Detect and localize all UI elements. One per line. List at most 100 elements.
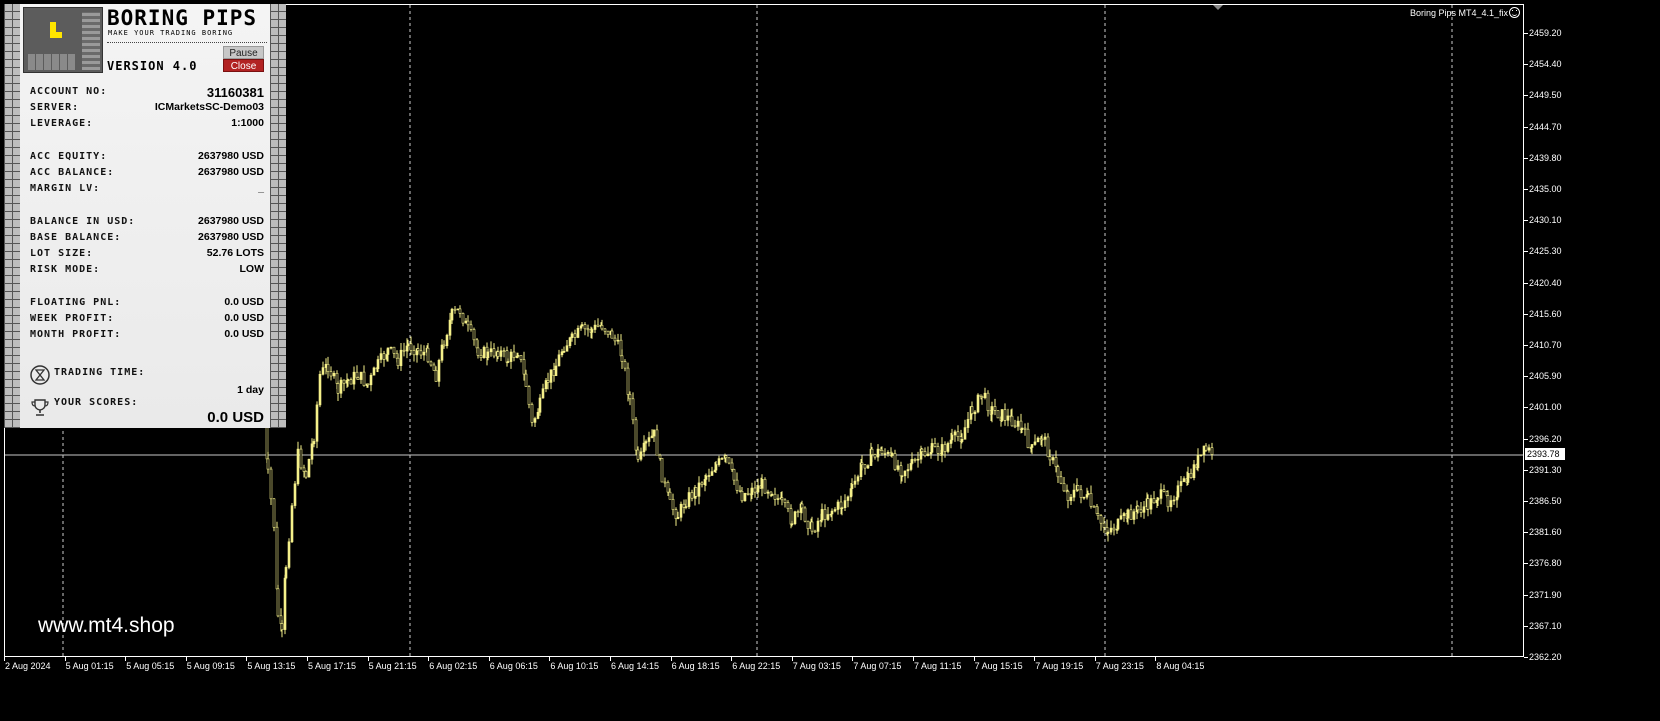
candle-body: [565, 345, 569, 352]
candle-body: [668, 491, 672, 500]
candle-body: [499, 350, 503, 357]
candle-body: [816, 520, 820, 532]
candle-body: [628, 394, 632, 400]
candle-body: [516, 355, 520, 357]
candle-body: [983, 392, 987, 399]
candle-body: [652, 429, 656, 437]
candle-body: [973, 411, 977, 415]
candle-body: [275, 526, 279, 590]
time-tick-label: 5 Aug 21:15: [368, 661, 417, 671]
candle-body: [402, 349, 406, 352]
close-button[interactable]: Close: [223, 59, 264, 72]
price-tick-label: 2367.10: [1529, 620, 1562, 631]
pause-button[interactable]: Pause: [223, 46, 264, 59]
candle-body: [616, 339, 620, 342]
candle-body: [776, 498, 780, 500]
candle-body: [586, 328, 590, 331]
price-tickmark: [1524, 407, 1528, 409]
price-tickmark: [1524, 438, 1528, 440]
candle-body: [663, 481, 667, 484]
candle-body: [1054, 457, 1058, 467]
scores-label: YOUR SCORES:: [54, 397, 139, 408]
candle-body: [450, 308, 454, 321]
candle-body: [568, 337, 572, 347]
time-tick-label: 6 Aug 22:15: [732, 661, 781, 671]
time-tickmark: [367, 657, 369, 661]
candle-body: [492, 348, 496, 357]
candle-body: [660, 457, 664, 483]
stat-value: 52.76 LOTS: [206, 247, 264, 259]
price-tick-label: 2386.50: [1529, 496, 1562, 506]
stat-value: 2637980 USD: [198, 166, 264, 178]
candle-body: [966, 419, 970, 428]
candle-body: [863, 464, 867, 469]
candle-body: [596, 324, 600, 327]
candle-body: [342, 379, 346, 384]
version-label: VERSION 4.0: [107, 59, 198, 73]
price-tickmark: [1524, 313, 1528, 315]
candle-body: [557, 354, 561, 367]
candle-body: [472, 329, 476, 341]
candle-body: [780, 497, 784, 501]
stat-label: RISK MODE:: [30, 264, 101, 275]
trading-time-value: 1 day: [237, 384, 264, 396]
candle-body: [1003, 409, 1007, 421]
scores-value: 0.0 USD: [207, 409, 264, 426]
candle-body: [429, 361, 433, 366]
time-tick-label: 5 Aug 09:15: [186, 661, 235, 671]
price-tick-label: 2454.40: [1529, 59, 1562, 70]
candle-body: [299, 448, 303, 469]
candle-body: [434, 370, 438, 382]
candle-body: [1132, 511, 1136, 520]
time-tickmark: [791, 657, 793, 661]
candle-body: [326, 363, 330, 372]
candle-body: [386, 347, 390, 355]
price-tick-label: 2362.20: [1529, 652, 1562, 662]
candle-body: [790, 523, 794, 526]
candle-body: [448, 319, 452, 336]
candle-body: [720, 458, 724, 460]
candle-body: [399, 349, 403, 367]
candle-body: [770, 493, 774, 496]
candle-body: [1119, 515, 1123, 520]
candle-body: [800, 503, 804, 509]
price-tickmark: [1524, 95, 1528, 97]
stat-value: 0.0 USD: [224, 328, 264, 340]
candle-body: [576, 327, 580, 338]
candle-body: [655, 429, 659, 456]
candle-body: [833, 509, 837, 512]
candle-body: [389, 346, 393, 349]
time-tick-label: 7 Aug 03:15: [792, 661, 841, 671]
candle-body: [369, 374, 373, 386]
candle-body: [1079, 489, 1083, 498]
price-tickmark: [1524, 376, 1528, 378]
price-tickmark: [1524, 64, 1528, 66]
candle-body: [1142, 506, 1146, 513]
candle-body: [307, 458, 311, 478]
hourglass-icon: [30, 365, 50, 385]
time-tickmark: [973, 657, 975, 661]
candle-body: [276, 588, 280, 617]
price-tickmark: [1524, 345, 1528, 346]
time-tick-label: 5 Aug 01:15: [65, 661, 114, 671]
time-tickmark: [428, 657, 430, 661]
candle-body: [756, 485, 760, 493]
candle-body: [860, 462, 864, 465]
candle-body: [870, 448, 874, 455]
candle-body: [793, 511, 797, 525]
candle-body: [730, 462, 734, 470]
candle-body: [763, 478, 767, 494]
smiley-icon[interactable]: [1509, 7, 1521, 18]
candle-body: [990, 406, 994, 415]
candle-body: [412, 350, 416, 356]
candle-body: [746, 492, 750, 495]
candle-body: [379, 353, 383, 360]
price-tickmark: [1524, 532, 1528, 534]
price-tickmark: [1524, 157, 1528, 159]
candle-body: [318, 373, 322, 406]
stat-label: ACC EQUITY:: [30, 151, 108, 162]
trading-time-label: TRADING TIME:: [54, 367, 146, 378]
stat-label: LEVERAGE:: [30, 118, 94, 129]
candles: [262, 305, 1214, 638]
time-tickmark: [549, 657, 551, 661]
